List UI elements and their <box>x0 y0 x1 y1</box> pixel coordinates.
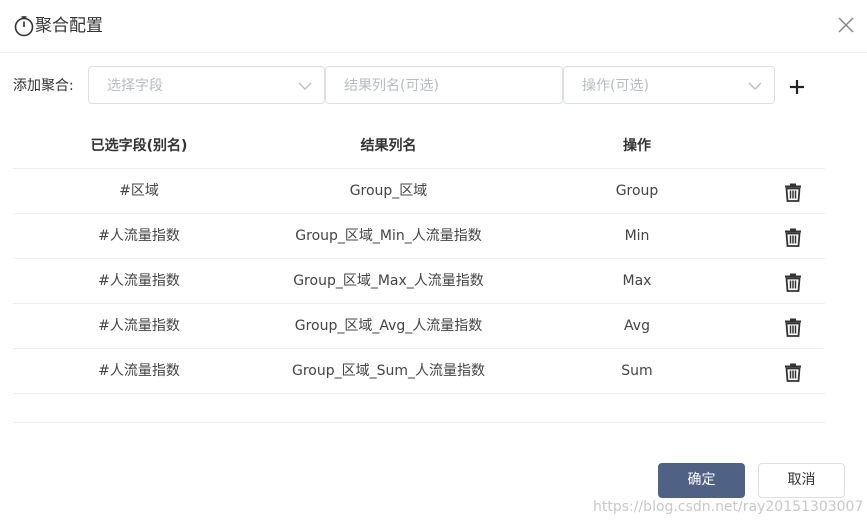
cell-field: #区域 <box>119 183 159 199</box>
cell-operation: Group <box>615 183 659 199</box>
trash-icon[interactable] <box>783 182 803 202</box>
close-icon[interactable] <box>835 14 857 36</box>
cell-operation: Sum <box>621 363 653 379</box>
operation-select[interactable]: 操作(可选) <box>563 66 775 104</box>
table-row: #人流量指数 Group_区域_Max_人流量指数 Max <box>13 258 825 303</box>
cell-operation: Min <box>624 228 650 244</box>
cell-field: #人流量指数 <box>98 318 180 334</box>
cell-field: #人流量指数 <box>98 228 180 244</box>
cell-result: Group_区域_Avg_人流量指数 <box>294 318 483 334</box>
cell-field: #人流量指数 <box>98 273 180 289</box>
cell-operation: Max <box>622 273 652 289</box>
watermark: https://blog.csdn.net/ray20151303007 <box>593 499 864 515</box>
table-row: #区域 Group_区域 Group <box>13 168 825 213</box>
cell-result: Group_区域 <box>349 183 428 199</box>
trash-icon[interactable] <box>783 272 803 292</box>
cell-result: Group_区域_Min_人流量指数 <box>295 228 482 244</box>
trash-icon[interactable] <box>783 317 803 337</box>
cell-result: Group_区域_Sum_人流量指数 <box>291 363 486 379</box>
table-row: #人流量指数 Group_区域_Sum_人流量指数 Sum <box>13 348 825 393</box>
table-divider <box>13 393 825 394</box>
operation-select-placeholder: 操作(可选) <box>582 78 649 94</box>
table-divider <box>13 422 825 423</box>
chevron-down-icon <box>748 82 762 90</box>
table-row: #人流量指数 Group_区域_Min_人流量指数 Min <box>13 213 825 258</box>
dialog-header: 聚合配置 <box>0 0 867 53</box>
column-header-field: 已选字段(别名) <box>90 138 188 154</box>
result-name-input[interactable]: 结果列名(可选) <box>325 66 563 104</box>
column-header-result: 结果列名 <box>360 138 417 154</box>
stopwatch-icon <box>14 16 34 37</box>
result-name-placeholder: 结果列名(可选) <box>344 78 439 94</box>
cancel-button[interactable]: 取消 <box>758 463 845 498</box>
field-select-placeholder: 选择字段 <box>107 78 163 94</box>
chevron-down-icon <box>298 82 312 90</box>
trash-icon[interactable] <box>783 227 803 247</box>
confirm-button[interactable]: 确定 <box>658 463 745 498</box>
aggregation-config-dialog: 聚合配置 添加聚合: 选择字段 结果列名(可选) 操作(可选) 已选字段(别名)… <box>0 0 867 525</box>
cell-result: Group_区域_Max_人流量指数 <box>293 273 484 289</box>
table-row: #人流量指数 Group_区域_Avg_人流量指数 Avg <box>13 303 825 348</box>
dialog-title: 聚合配置 <box>35 16 103 36</box>
column-header-operation: 操作 <box>623 138 651 154</box>
trash-icon[interactable] <box>783 362 803 382</box>
cell-operation: Avg <box>624 318 650 334</box>
field-select[interactable]: 选择字段 <box>88 66 325 104</box>
add-aggregation-label: 添加聚合: <box>13 78 74 94</box>
cell-field: #人流量指数 <box>98 363 180 379</box>
plus-icon[interactable] <box>786 76 808 98</box>
